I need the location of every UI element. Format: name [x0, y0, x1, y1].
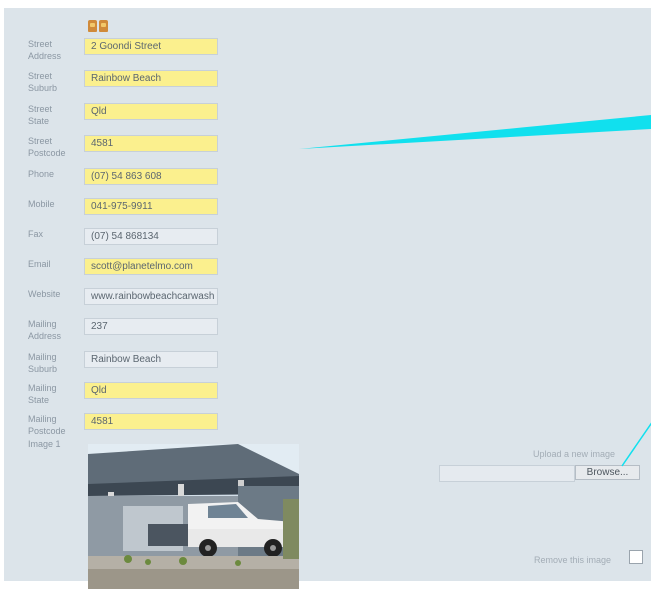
- uploaded-photo: [88, 444, 299, 589]
- field-label: Mailing State: [28, 383, 57, 405]
- image-label: Image 1: [28, 439, 61, 449]
- field-label: Street Address: [28, 39, 62, 61]
- field-label: Mobile: [28, 199, 55, 209]
- field-input[interactable]: 237: [84, 318, 218, 335]
- field-label: Mailing Suburb: [28, 352, 58, 374]
- field-input[interactable]: 4581: [84, 135, 218, 152]
- field-label: Street Suburb: [28, 71, 58, 93]
- field-input[interactable]: Rainbow Beach: [84, 351, 218, 368]
- annotation-arrow-icon: [621, 422, 651, 467]
- remove-image-checkbox[interactable]: [629, 550, 643, 564]
- field-input[interactable]: (07) 54 863 608: [84, 168, 218, 185]
- language-flags: [88, 20, 108, 32]
- annotation-arrow-icon: [299, 115, 651, 149]
- field-label: Website: [28, 289, 61, 299]
- field-input[interactable]: Qld: [84, 103, 218, 120]
- field-label: Phone: [28, 169, 55, 179]
- upload-new-image-label: Upload a new image: [533, 449, 616, 459]
- flag-icon[interactable]: [99, 20, 108, 32]
- form-panel: Street Address 2 Goondi Street Street Subu…: [4, 8, 651, 589]
- remove-image-label: Remove this image: [534, 555, 612, 565]
- field-label: Fax: [28, 229, 44, 239]
- field-label: Mailing Address: [28, 319, 62, 341]
- field-label: Email: [28, 259, 51, 269]
- field-input[interactable]: www.rainbowbeachcarwash: [84, 288, 218, 305]
- browse-button[interactable]: Browse...: [575, 465, 640, 480]
- field-label: Street State: [28, 104, 53, 126]
- field-input[interactable]: Qld: [84, 382, 218, 399]
- field-input[interactable]: (07) 54 868134: [84, 228, 218, 245]
- field-input[interactable]: 2 Goondi Street: [84, 38, 218, 55]
- field-input[interactable]: 041-975-9911: [84, 198, 218, 215]
- field-input[interactable]: Rainbow Beach: [84, 70, 218, 87]
- flag-icon[interactable]: [88, 20, 97, 32]
- file-path-input[interactable]: [439, 465, 575, 482]
- field-input[interactable]: 4581: [84, 413, 218, 430]
- field-input[interactable]: scott@planetelmo.com: [84, 258, 218, 275]
- field-label: Mailing Postcode: [28, 414, 66, 436]
- field-label: Street Postcode: [28, 136, 66, 158]
